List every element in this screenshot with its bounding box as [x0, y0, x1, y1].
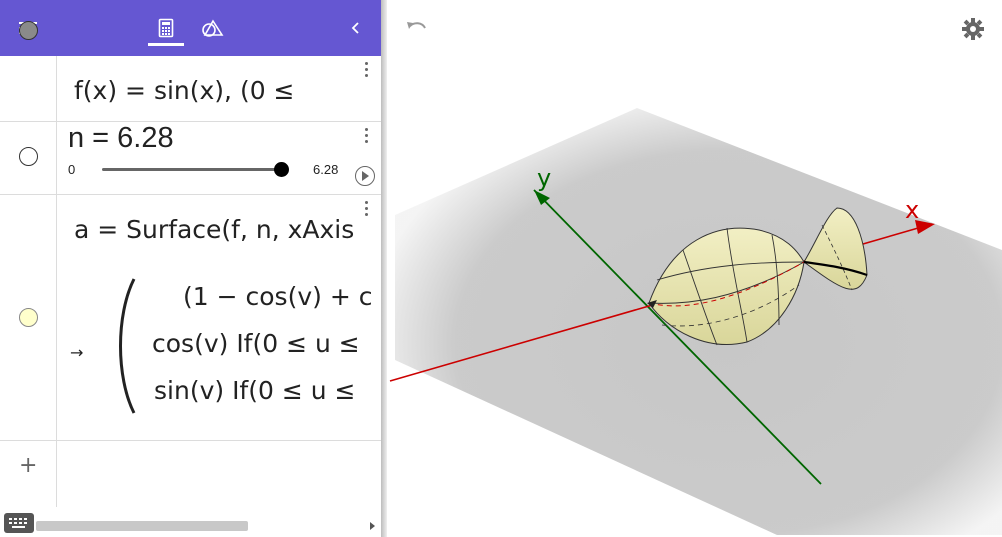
function-f-definition[interactable]: f(x) = sin(x), (0 ≤ — [74, 76, 295, 105]
add-item-icon[interactable]: + — [19, 453, 37, 478]
slider-n-definition[interactable]: n = 6.28 — [68, 122, 174, 155]
marble-column: + — [0, 441, 57, 507]
undo-button[interactable] — [404, 16, 430, 42]
marble-column — [0, 122, 57, 194]
settings-button[interactable] — [960, 16, 986, 42]
surface-component-y: cos(v) If(0 ≤ u ≤ — [152, 329, 360, 358]
keyboard-icon[interactable] — [4, 513, 34, 533]
active-tab-indicator — [148, 43, 184, 46]
graphics-3d-view[interactable]: y x — [387, 0, 1002, 537]
algebra-toolbar — [0, 0, 381, 56]
collapse-panel-button[interactable] — [336, 0, 376, 56]
output-arrow: → — [70, 343, 84, 362]
chevron-left-icon — [351, 22, 359, 34]
calculator-icon — [158, 18, 174, 38]
undo-icon — [407, 22, 426, 29]
x-axis-label: x — [905, 196, 919, 224]
row-menu-button-f[interactable] — [363, 62, 369, 82]
slider-track[interactable] — [102, 168, 282, 171]
slider-max-label: 6.28 — [313, 162, 339, 177]
tools-tab[interactable] — [193, 0, 233, 56]
algebra-input-row[interactable]: + — [0, 441, 381, 507]
scroll-right-arrow-icon[interactable] — [370, 522, 375, 530]
algebra-calculator-tab[interactable] — [146, 0, 186, 56]
geometry-tools-icon — [202, 19, 224, 37]
visibility-marble-n[interactable] — [19, 147, 38, 166]
horizontal-scrollbar[interactable] — [36, 521, 248, 531]
slider-min-label: 0 — [68, 162, 76, 177]
surface-a-definition[interactable]: a = Surface(f, n, xAxis — [74, 215, 354, 244]
marble-column — [0, 21, 57, 121]
algebra-row-n[interactable]: n = 6.28 0 6.28 — [0, 122, 381, 195]
visibility-marble-a[interactable] — [19, 308, 38, 327]
surface-component-z: sin(v) If(0 ≤ u ≤ — [154, 376, 356, 405]
play-animation-button[interactable] — [355, 166, 375, 186]
visibility-marble-f[interactable] — [19, 21, 38, 40]
marble-column — [0, 195, 57, 440]
graphics-canvas[interactable]: y x — [387, 0, 1002, 537]
algebra-panel: f(x) = sin(x), (0 ≤ n = 6.28 0 6.28 a = … — [0, 0, 381, 537]
surface-component-x: (1 − cos(v) + c — [183, 282, 373, 311]
slider-handle[interactable] — [274, 162, 289, 177]
y-axis-label: y — [537, 164, 551, 192]
row-menu-button-a[interactable] — [363, 201, 369, 221]
row-menu-button-n[interactable] — [363, 128, 369, 148]
algebra-row-a[interactable]: a = Surface(f, n, xAxis → (1 − cos(v) + … — [0, 195, 381, 441]
algebra-row-f[interactable]: f(x) = sin(x), (0 ≤ — [0, 21, 381, 122]
gear-icon — [962, 18, 984, 40]
matrix-left-parenthesis — [119, 278, 136, 414]
